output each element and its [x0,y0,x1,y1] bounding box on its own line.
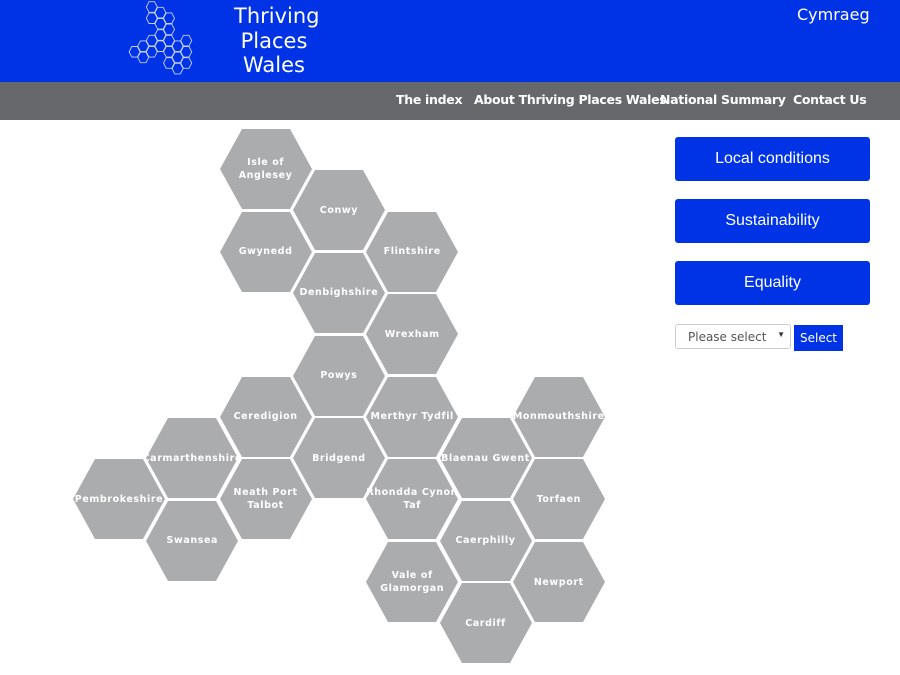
select-button[interactable]: Select [794,325,843,351]
region-label: Swansea [166,535,219,547]
region-label: Cardiff [465,617,506,629]
dropdown-arrow-icon: ▼ [777,330,785,339]
site-brand-title[interactable]: Thriving Places Wales [234,4,320,78]
local-conditions-button[interactable]: Local conditions [675,137,870,181]
brand-line-2: Places [240,28,308,53]
logo-hex [137,51,150,64]
nav-item-the-index[interactable]: The index [396,92,463,107]
language-switch-link[interactable]: Cymraeg [797,5,870,24]
equality-button[interactable]: Equality [675,261,870,305]
sustainability-button[interactable]: Sustainability [675,199,870,243]
logo-hex [171,62,184,75]
brand-line-3: Wales [243,53,305,77]
site-header: Thriving Places Wales Cymraeg [0,0,900,82]
region-dropdown[interactable]: Please select ▼ [675,324,791,349]
main-nav: The index About Thriving Places Wales Na… [0,82,900,120]
nav-item-contact-us[interactable]: Contact Us [793,92,867,107]
nav-item-national-summary[interactable]: National Summary [660,92,786,107]
region-hex-swansea[interactable]: Swansea [145,500,239,582]
nav-item-about[interactable]: About Thriving Places Wales [474,92,667,107]
wales-hex-map: Isle of Anglesey Conwy Gwynedd Flintshire De… [0,120,660,675]
hexagon-cluster-logo-icon[interactable] [118,0,213,82]
dropdown-placeholder: Please select [688,330,767,344]
region-hex-cardiff[interactable]: Cardiff [439,582,533,664]
brand-line-1: Thriving [234,4,320,28]
